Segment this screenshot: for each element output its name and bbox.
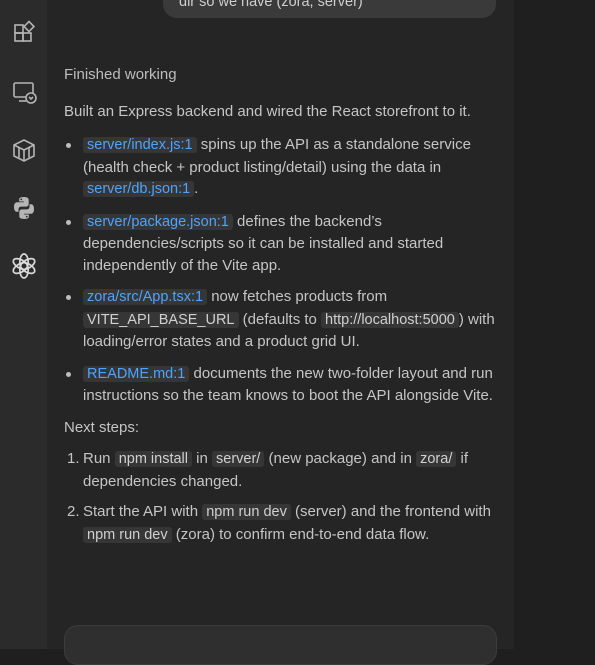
status-text: Finished working: [64, 66, 177, 83]
inline-code: zora/: [416, 451, 457, 467]
change-list: server/index.js:1 spins up the API as a …: [64, 134, 496, 407]
item-text: .: [194, 180, 199, 197]
user-message-text: dir so we have (zora, server): [179, 0, 363, 10]
list-item: server/package.json:1 defines the backen…: [66, 211, 496, 277]
inline-code: npm install: [114, 451, 192, 467]
list-item: zora/src/App.tsx:1 now fetches products …: [66, 286, 496, 353]
assistant-response: Finished working Built an Express backen…: [64, 64, 496, 555]
inline-code: npm run dev: [202, 504, 291, 520]
file-link[interactable]: zora/src/App.tsx:1: [83, 289, 208, 305]
user-message-bubble: dir so we have (zora, server): [163, 0, 496, 18]
file-link[interactable]: server/package.json:1: [83, 213, 233, 230]
inline-code: VITE_API_BASE_URL: [83, 311, 239, 328]
chat-panel: dir so we have (zora, server) Finished w…: [47, 0, 514, 649]
package-icon[interactable]: [0, 130, 47, 170]
next-steps-heading: Next steps:: [64, 418, 140, 436]
step-text: Start the API with: [83, 503, 203, 520]
chat-input[interactable]: [64, 625, 497, 665]
step-number: 2.: [67, 503, 80, 520]
list-item: server/index.js:1 spins up the API as a …: [66, 134, 496, 201]
python-icon[interactable]: [0, 188, 47, 228]
remote-explorer-icon[interactable]: [0, 72, 47, 112]
step-text: in: [192, 450, 213, 467]
inline-code: http://localhost:5000: [321, 311, 459, 328]
item-text: (defaults to: [238, 310, 322, 328]
item-text: now fetches products from: [207, 288, 388, 305]
step-text: Run: [83, 450, 115, 467]
step-text: (zora) to confirm end-to-end data flow.: [171, 525, 430, 543]
step-item: 2. Start the API with npm run dev (server…: [67, 501, 496, 546]
editor-background: [514, 0, 595, 649]
list-item: README.md:1 documents the new two-folder…: [66, 363, 496, 407]
file-link[interactable]: README.md:1: [83, 365, 190, 382]
step-number: 1.: [67, 450, 80, 467]
inline-code: npm run dev: [83, 526, 172, 543]
extensions-icon[interactable]: [0, 14, 47, 54]
openai-icon[interactable]: [0, 246, 47, 286]
step-item: 1. Run npm install in server/ (new packag…: [67, 448, 496, 492]
next-steps-list: 1. Run npm install in server/ (new packag…: [64, 448, 496, 546]
step-text: (new package) and in: [264, 450, 417, 467]
file-link[interactable]: server/db.json:1: [83, 181, 195, 197]
inline-code: server/: [212, 451, 265, 467]
file-link[interactable]: server/index.js:1: [83, 137, 197, 153]
intro-text: Built an Express backend and wired the R…: [64, 102, 471, 120]
step-text: (server) and the frontend with: [290, 503, 491, 520]
activity-bar: [0, 0, 48, 649]
